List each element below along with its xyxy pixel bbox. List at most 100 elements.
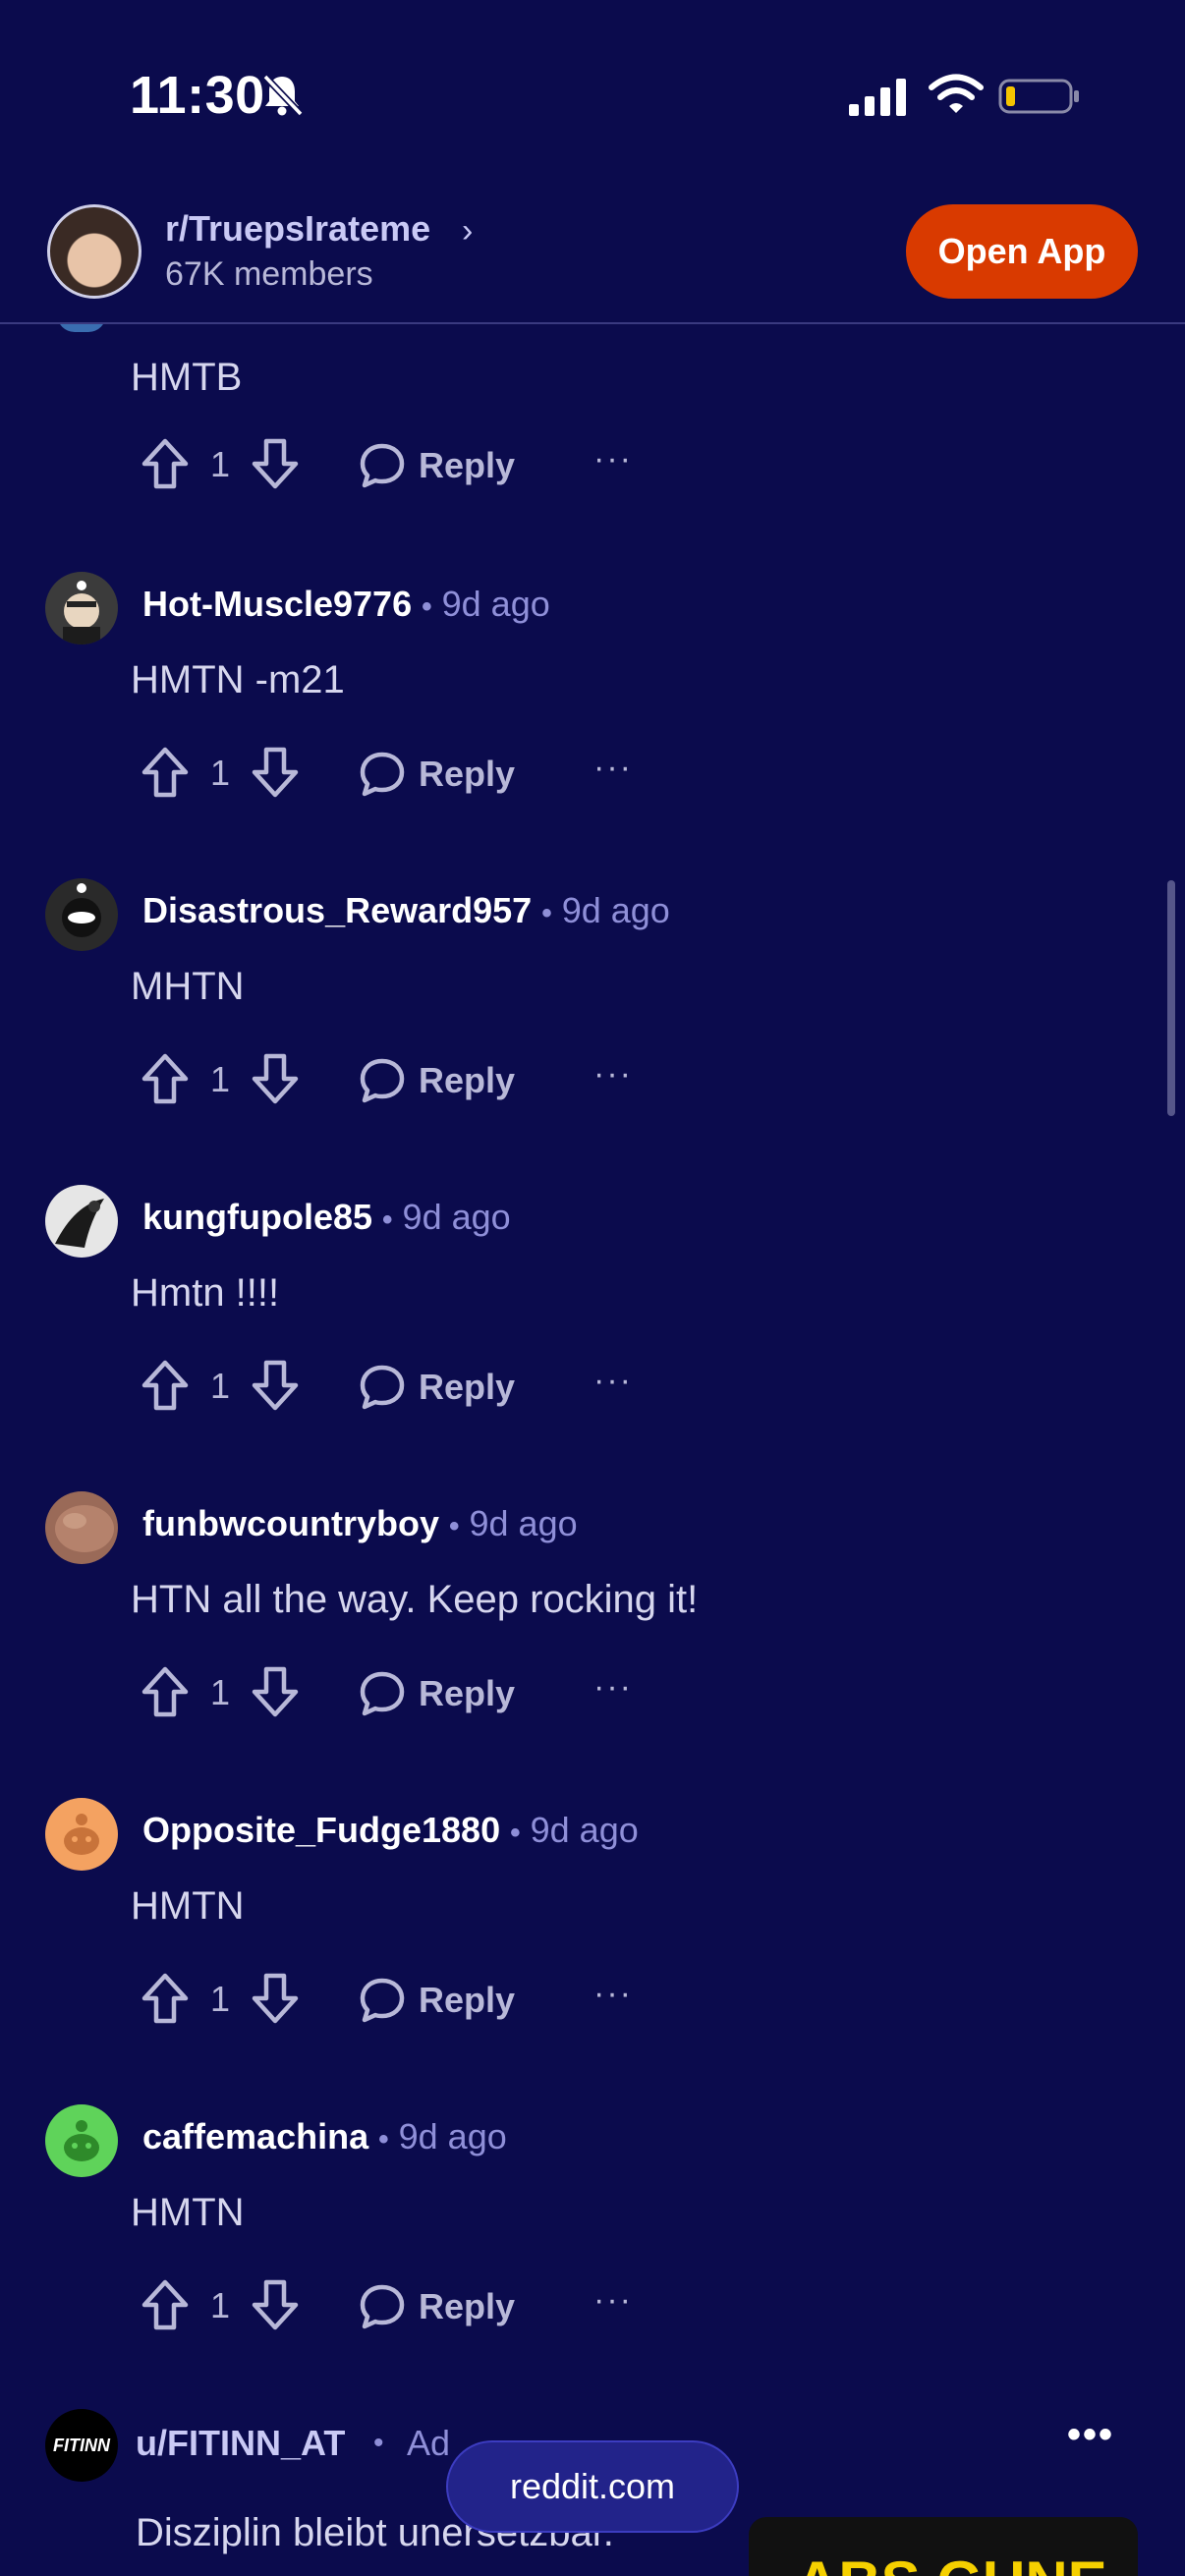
comment-body: Hmtn !!!! [131,1271,280,1315]
comment-author-line: caffemachina • 9d ago [142,2116,507,2157]
separator-dot: • [541,897,552,929]
battery-icon [998,79,1079,114]
more-options-button[interactable]: ··· [593,1975,633,2013]
more-options-button[interactable]: ··· [593,1362,633,1400]
more-options-button[interactable]: ··· [593,1668,633,1707]
avatar[interactable] [45,1798,118,1871]
separator-dot: • [448,1510,460,1542]
comment-time: 9d ago [441,584,550,624]
vote-count: 1 [210,444,231,484]
reply-label: Reply [419,1060,516,1100]
advertiser-name[interactable]: u/FITINN_AT [136,2423,345,2464]
reply-button[interactable]: Reply [358,2277,515,2336]
snoo-avatar-icon [64,2120,99,2161]
upvote-icon[interactable] [140,2277,191,2332]
upvote-icon[interactable] [140,745,191,800]
reply-label: Reply [419,754,516,794]
avatar[interactable] [45,1491,118,1564]
reply-button[interactable]: Reply [358,1051,515,1110]
comment-actions: 1 Reply ··· [0,1664,1185,1733]
comment-item: caffemachina • 9d ago HMTN 1 Reply ··· [0,2104,1185,2411]
comment-time: 9d ago [530,1810,639,1850]
reply-label: Reply [419,2286,516,2326]
more-options-button[interactable]: ··· [593,440,633,478]
reply-button[interactable]: Reply [358,1664,515,1723]
downvote-icon[interactable] [250,1051,301,1106]
comment-body: HTN all the way. Keep rocking it! [131,1578,699,1621]
more-options-button[interactable]: ··· [593,2281,633,2320]
comment-author[interactable]: caffemachina [142,2116,368,2156]
comment-author-line: Hot-Muscle9776 • 9d ago [142,584,550,625]
comment-item: kungfupole85 • 9d ago Hmtn !!!! 1 Reply ··… [0,1185,1185,1491]
reddit-thread-page: 11:30 HMTB 1 Reply ··· Hot-Muscle9776 • … [0,0,1185,2576]
downvote-icon[interactable] [250,1358,301,1413]
more-options-button[interactable]: ··· [593,749,633,787]
comment-actions: 1 Reply ··· [0,1971,1185,2040]
upvote-icon[interactable] [140,1971,191,2026]
more-options-button[interactable]: ··· [593,1055,633,1093]
domain-pill[interactable]: reddit.com [446,2440,739,2533]
avatar[interactable] [45,2104,118,2177]
upvote-icon[interactable] [140,1664,191,1719]
downvote-icon[interactable] [250,1664,301,1719]
comment-item: Opposite_Fudge1880 • 9d ago HMTN 1 Reply ·… [0,1798,1185,2104]
vote-count: 1 [210,2285,231,2325]
separator-dot: • [510,1817,521,1849]
upvote-icon[interactable] [140,1051,191,1106]
open-app-button[interactable]: Open App [906,204,1138,299]
subreddit-avatar[interactable] [47,204,141,299]
vote-count: 1 [210,1059,231,1099]
more-options-button[interactable]: ••• [1067,2413,1114,2457]
comment-time: 9d ago [561,890,670,930]
vote-count: 1 [210,1366,231,1406]
comment-author[interactable]: kungfupole85 [142,1197,372,1237]
reply-button[interactable]: Reply [358,1971,515,2030]
comment-author-line: Opposite_Fudge1880 • 9d ago [142,1810,639,1851]
avatar[interactable] [45,572,118,644]
snoo-avatar-icon [63,581,100,644]
avatar[interactable] [45,878,118,951]
comment-item: Disastrous_Reward957 • 9d ago MHTN 1 Reply… [0,878,1185,1185]
cellular-signal-icon [849,79,906,116]
reply-label: Reply [419,1980,516,2020]
downvote-icon[interactable] [250,1971,301,2026]
reply-button[interactable]: Reply [358,745,515,804]
speech-bubble-icon [360,752,405,797]
separator-dot: • [382,1204,393,1236]
subreddit-name[interactable]: r/TruepsIrateme [165,208,430,250]
upvote-icon[interactable] [140,436,191,491]
vote-count: 1 [210,753,231,793]
profile-photo-icon [55,1199,104,1248]
comment-actions: 1 Reply ··· [0,745,1185,813]
profile-photo-icon [55,1505,114,1552]
downvote-icon[interactable] [250,745,301,800]
comment-actions: 1 Reply ··· [0,2277,1185,2346]
scrollbar-thumb[interactable] [1167,880,1175,1116]
comment-item: Hot-Muscle9776 • 9d ago HMTN -m21 1 Reply … [0,572,1185,878]
advertiser-logo[interactable]: FITINN [45,2409,118,2482]
downvote-icon[interactable] [250,2277,301,2332]
subreddit-header: r/TruepsIrateme › 67K members Open App [0,187,1185,324]
vote-count: 1 [210,1672,231,1712]
subreddit-members: 67K members [165,255,373,293]
ad-image[interactable]: ABS GUNE [749,2517,1138,2576]
reply-button[interactable]: Reply [358,436,515,495]
comment-author[interactable]: Disastrous_Reward957 [142,890,532,930]
comment-actions: 1 Reply ··· [0,1051,1185,1120]
comment-body: HMTB [131,356,243,399]
comment-author[interactable]: funbwcountryboy [142,1503,439,1543]
snoo-avatar-icon [62,883,101,937]
reply-button[interactable]: Reply [358,1358,515,1417]
chevron-right-icon[interactable]: › [462,212,473,251]
upvote-icon[interactable] [140,1358,191,1413]
comment-author[interactable]: Opposite_Fudge1880 [142,1810,500,1850]
comment-item: funbwcountryboy • 9d ago HTN all the way. … [0,1491,1185,1798]
ad-image-text: ABS GUNE [796,2548,1107,2576]
snoo-avatar-icon [64,1814,99,1855]
comment-author[interactable]: Hot-Muscle9776 [142,584,412,624]
status-time: 11:30 [130,66,265,125]
downvote-icon[interactable] [250,436,301,491]
avatar[interactable] [45,1185,118,1258]
comment-body: MHTN [131,965,245,1008]
status-bar: 11:30 [0,0,1185,187]
